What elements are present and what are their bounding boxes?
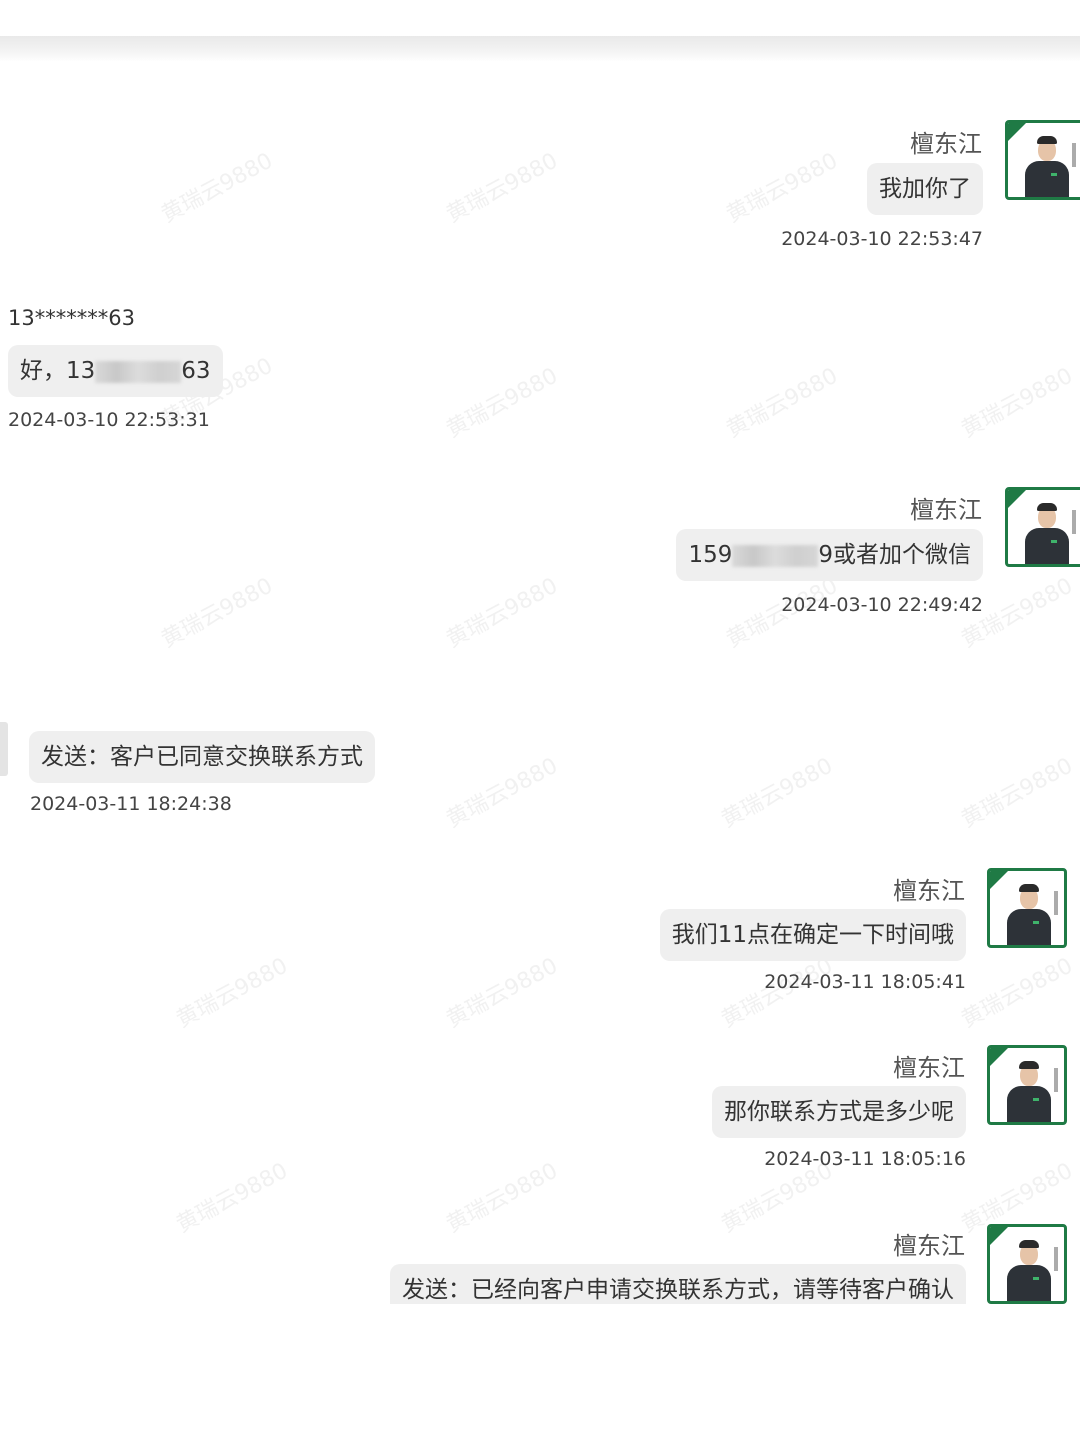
watermark: 黄瑞云9880 — [957, 953, 1077, 1033]
watermark: 黄瑞云9880 — [172, 1158, 292, 1238]
message-bubble[interactable]: 159 9或者加个微信 — [676, 529, 983, 581]
sender-name: 檀东江 — [893, 1054, 965, 1082]
watermark: 黄瑞云9880 — [717, 753, 837, 833]
user-avatar-icon[interactable] — [1005, 487, 1080, 567]
user-avatar-icon[interactable] — [1005, 120, 1080, 200]
page-header — [0, 0, 1080, 36]
watermark: 黄瑞云9880 — [442, 753, 562, 833]
sender-name: 13*******63 — [8, 306, 135, 330]
message-text: 159 — [688, 542, 733, 568]
message-timestamp: 2024-03-11 18:05:16 — [764, 1148, 966, 1170]
user-avatar-icon[interactable] — [987, 868, 1067, 948]
redacted-phone — [732, 544, 819, 567]
watermark: 黄瑞云9880 — [442, 573, 562, 653]
watermark: 黄瑞云9880 — [442, 1158, 562, 1238]
watermark: 黄瑞云9880 — [442, 363, 562, 443]
watermark: 黄瑞云9880 — [157, 148, 277, 228]
message-clip: 发送：已经向客户申请交换联系方式，请等待客户确认 — [390, 1264, 966, 1304]
watermark: 黄瑞云9880 — [442, 148, 562, 228]
sender-name: 檀东江 — [893, 877, 965, 905]
message-text: 63 — [181, 358, 211, 384]
message-timestamp: 2024-03-10 22:49:42 — [781, 594, 983, 616]
message-timestamp: 2024-03-11 18:05:41 — [764, 971, 966, 993]
avatar-edge — [0, 722, 8, 776]
message-timestamp: 2024-03-10 22:53:47 — [781, 228, 983, 250]
watermark: 黄瑞云9880 — [957, 363, 1077, 443]
message-bubble[interactable]: 我们11点在确定一下时间哦 — [659, 909, 966, 961]
message-bubble[interactable]: 好，13 63 — [8, 345, 223, 397]
watermark: 黄瑞云9880 — [722, 363, 842, 443]
watermark: 黄瑞云9880 — [722, 148, 842, 228]
sender-name: 檀东江 — [893, 1232, 965, 1260]
message-bubble[interactable]: 我加你了 — [867, 163, 983, 215]
user-avatar-icon[interactable] — [987, 1045, 1067, 1125]
message-timestamp: 2024-03-10 22:53:31 — [8, 409, 210, 431]
chat-history: 黄瑞云9880 黄瑞云9880 黄瑞云9880 黄瑞云9880 黄瑞云9880 … — [0, 0, 1080, 1439]
message-timestamp: 2024-03-11 18:24:38 — [30, 793, 232, 815]
watermark: 黄瑞云9880 — [172, 953, 292, 1033]
message-text: 9或者加个微信 — [818, 542, 971, 568]
user-avatar-icon[interactable] — [987, 1224, 1067, 1304]
message-bubble[interactable]: 发送：客户已同意交换联系方式 — [29, 731, 375, 783]
watermark: 黄瑞云9880 — [442, 953, 562, 1033]
message-bubble[interactable]: 那你联系方式是多少呢 — [712, 1086, 966, 1138]
watermark: 黄瑞云9880 — [157, 573, 277, 653]
message-bubble[interactable]: 发送：已经向客户申请交换联系方式，请等待客户确认 — [390, 1264, 966, 1304]
sender-name: 檀东江 — [910, 130, 982, 158]
message-text: 好，13 — [20, 358, 96, 384]
redacted-phone — [95, 360, 182, 383]
watermark: 黄瑞云9880 — [957, 753, 1077, 833]
sender-name: 檀东江 — [910, 496, 982, 524]
header-divider — [0, 36, 1080, 62]
